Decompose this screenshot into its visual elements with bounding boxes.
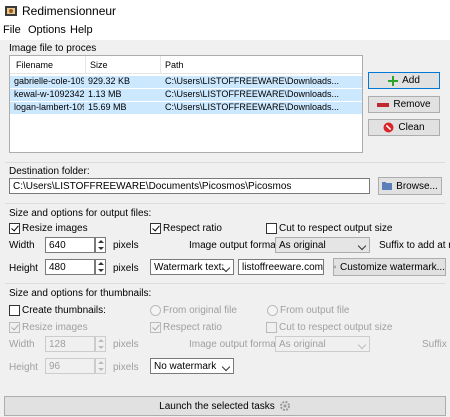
file-list-header: Filename Size Path [10, 56, 362, 74]
thumb-width-label: Width [9, 339, 35, 350]
browse-label: Browse... [396, 180, 438, 192]
width-label: Width [9, 240, 35, 251]
row-size: 15.69 MB [88, 102, 127, 112]
title-bar: Redimensionneur [0, 0, 450, 22]
from-output-radio[interactable] [267, 305, 278, 316]
width-pixels-label: pixels [113, 240, 139, 251]
launch-button[interactable]: Launch the selected tasks [4, 396, 446, 416]
height-label: Height [9, 263, 38, 274]
resize-checkbox[interactable] [9, 223, 20, 234]
row-filename: logan-lambert-109 [14, 102, 84, 112]
menu-help[interactable]: Help [70, 24, 93, 36]
width-spinner[interactable] [95, 237, 106, 253]
files-group-label: Image file to proces [9, 43, 97, 54]
remove-label: Remove [393, 99, 431, 110]
thumb-height-label: Height [9, 362, 38, 373]
customize-watermark-label: Customize watermark... [339, 261, 445, 273]
respect-ratio-label: Respect ratio [163, 223, 222, 234]
format-select[interactable]: As original [275, 237, 370, 253]
thumb-watermark-select[interactable]: No watermark [150, 358, 234, 374]
thumb-resize-checkbox[interactable] [9, 322, 20, 333]
output-group-label: Size and options for output files: [9, 208, 152, 219]
menu-file[interactable]: File [3, 24, 21, 36]
thumb-width-pixels: pixels [113, 339, 139, 350]
respect-ratio-checkbox[interactable] [150, 223, 161, 234]
table-row[interactable]: kewal-w-1092342- 1.13 MB C:\Users\LISTOF… [10, 89, 362, 101]
thumb-height-pixels: pixels [113, 362, 139, 373]
format-select-value: As original [279, 239, 326, 251]
thumb-format-select[interactable]: As original [275, 336, 370, 352]
plus-icon [388, 75, 399, 86]
clean-icon [383, 122, 394, 133]
row-size: 1.13 MB [88, 89, 122, 99]
height-input[interactable]: 480 [45, 259, 95, 275]
thumb-cut-checkbox[interactable] [266, 322, 277, 333]
destination-label: Destination folder: [9, 166, 90, 177]
clean-label: Clean [398, 122, 425, 133]
height-pixels-label: pixels [113, 263, 139, 274]
column-filename[interactable]: Filename [16, 60, 53, 70]
font-icon: A [334, 266, 336, 269]
thumb-height-input[interactable]: 96 [45, 358, 95, 374]
resize-label: Resize images [22, 223, 88, 234]
column-path[interactable]: Path [165, 60, 184, 70]
thumb-width-spinner[interactable] [95, 336, 106, 352]
table-row[interactable]: logan-lambert-109 15.69 MB C:\Users\LIST… [10, 102, 362, 114]
chevron-down-icon [221, 362, 231, 372]
cut-label: Cut to respect output size [279, 223, 393, 234]
thumb-respect-label: Respect ratio [163, 322, 222, 333]
thumb-watermark-value: No watermark [154, 360, 217, 372]
from-original-label: From original file [163, 305, 237, 316]
row-filename: kewal-w-1092342- [14, 89, 84, 99]
watermark-text-input[interactable]: listoffreeware.com [238, 259, 324, 275]
remove-button[interactable]: Remove [368, 96, 440, 113]
cut-checkbox[interactable] [266, 223, 277, 234]
table-row[interactable]: gabrielle-cole-109 929.32 KB C:\Users\LI… [10, 76, 362, 88]
height-spinner[interactable] [95, 259, 106, 275]
clean-button[interactable]: Clean [368, 119, 440, 136]
format-label: Image output format: [189, 240, 282, 251]
menu-options[interactable]: Options [28, 24, 66, 36]
customize-watermark-button[interactable]: A Customize watermark... [333, 258, 446, 276]
chevron-down-icon [357, 340, 367, 350]
window-title: Redimensionneur [22, 4, 117, 18]
column-size[interactable]: Size [90, 60, 108, 70]
minus-icon [377, 102, 390, 107]
file-list[interactable]: Filename Size Path gabrielle-cole-109 92… [9, 55, 363, 153]
create-thumbnails-checkbox[interactable] [9, 305, 20, 316]
watermark-type-value: Watermark text: [154, 261, 225, 273]
add-button[interactable]: Add [368, 72, 440, 89]
thumb-width-input[interactable]: 128 [45, 336, 95, 352]
row-size: 929.32 KB [88, 76, 131, 86]
launch-label: Launch the selected tasks [159, 400, 275, 412]
thumb-respect-checkbox[interactable] [150, 322, 161, 333]
row-filename: gabrielle-cole-109 [14, 76, 84, 86]
from-original-radio[interactable] [150, 305, 161, 316]
watermark-type-select[interactable]: Watermark text: [150, 259, 234, 275]
gear-icon [279, 401, 290, 411]
browse-button[interactable]: Browse... [378, 177, 442, 195]
row-path: C:\Users\LISTOFFREEWARE\Downloads... [165, 102, 340, 112]
create-thumbnails-label: Create thumbnails: [22, 305, 106, 316]
add-label: Add [402, 75, 420, 86]
thumb-format-label: Image output format: [189, 339, 282, 350]
destination-input[interactable]: C:\Users\LISTOFFREEWARE\Documents\Picosm… [9, 178, 370, 194]
row-path: C:\Users\LISTOFFREEWARE\Downloads... [165, 89, 340, 99]
folder-icon [382, 182, 393, 190]
from-output-label: From output file [280, 305, 350, 316]
thumb-resize-label: Resize images [22, 322, 88, 333]
menu-bar: File Options Help [0, 22, 450, 40]
suffix-label: Suffix to add at nam [379, 240, 450, 251]
width-input[interactable]: 640 [45, 237, 95, 253]
app-icon [5, 6, 17, 16]
thumb-height-spinner[interactable] [95, 358, 106, 374]
thumb-suffix-label: Suffix t [422, 339, 450, 350]
thumbnails-group-label: Size and options for thumbnails: [9, 288, 152, 299]
row-path: C:\Users\LISTOFFREEWARE\Downloads... [165, 76, 340, 86]
thumb-cut-label: Cut to respect output size [279, 322, 393, 333]
thumb-format-value: As original [279, 338, 326, 350]
chevron-down-icon [357, 241, 367, 251]
